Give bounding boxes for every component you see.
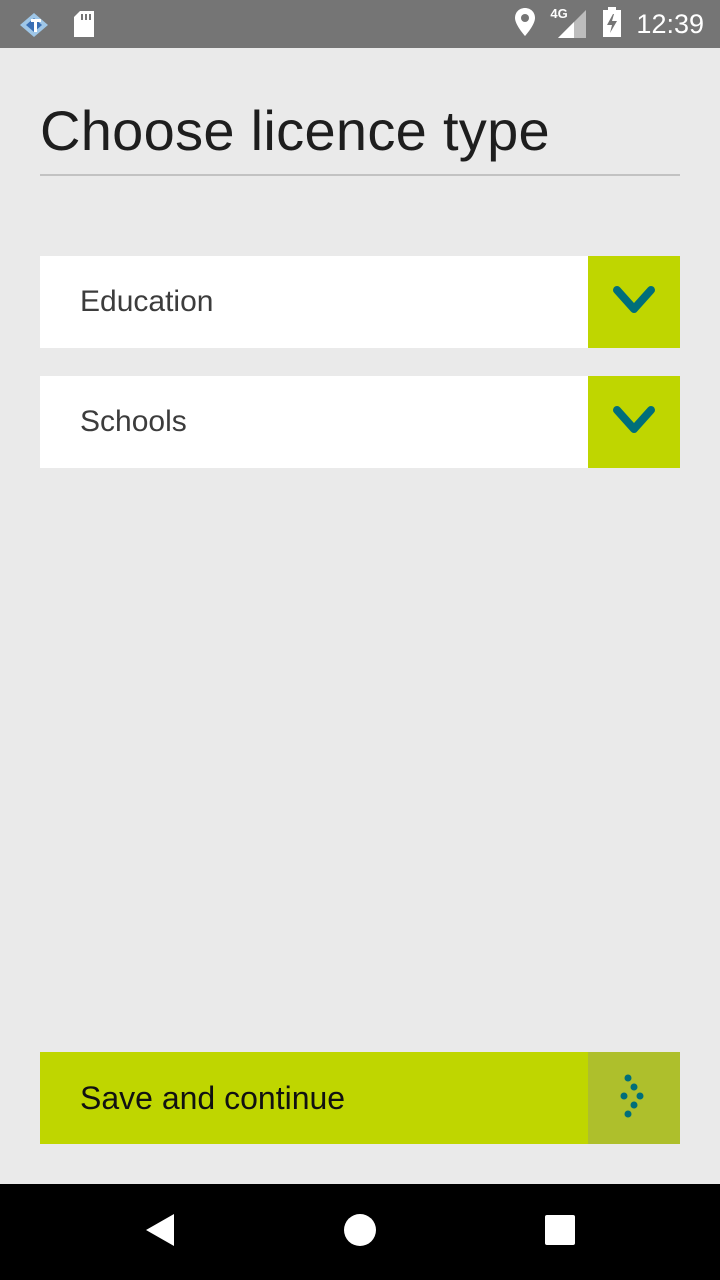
chevron-down-icon (612, 403, 656, 441)
recents-button[interactable] (542, 1214, 578, 1250)
sd-card-icon (72, 9, 96, 43)
home-button[interactable] (342, 1214, 378, 1250)
status-bar: 4G 12:39 (0, 0, 720, 48)
location-icon (514, 7, 536, 41)
chevron-down-icon (612, 283, 656, 321)
navigation-bar (0, 1184, 720, 1280)
licence-category-select[interactable]: Education (40, 256, 680, 348)
network-type-label: 4G (550, 6, 568, 21)
loading-spinner-icon (614, 1072, 654, 1124)
licence-category-toggle[interactable] (588, 256, 680, 348)
back-button[interactable] (142, 1214, 178, 1250)
back-icon (144, 1213, 176, 1251)
licence-subtype-value: Schools (80, 405, 187, 438)
title-divider (40, 174, 680, 176)
app-notification-icon (18, 9, 52, 43)
status-bar-right: 4G 12:39 (514, 6, 704, 42)
cell-signal-icon: 4G (550, 6, 588, 40)
recents-icon (544, 1214, 576, 1250)
status-time: 12:39 (636, 8, 704, 39)
licence-category-value: Education (80, 285, 214, 318)
page-title: Choose licence type (40, 99, 551, 162)
licence-subtype-select[interactable]: Schools (40, 376, 680, 468)
status-bar-left (18, 9, 96, 43)
save-spinner-container (588, 1052, 680, 1144)
home-icon (343, 1213, 377, 1251)
licence-subtype-toggle[interactable] (588, 376, 680, 468)
save-and-continue-label: Save and continue (80, 1080, 346, 1116)
save-and-continue-button[interactable]: Save and continue (40, 1052, 680, 1144)
battery-charging-icon (602, 6, 622, 42)
